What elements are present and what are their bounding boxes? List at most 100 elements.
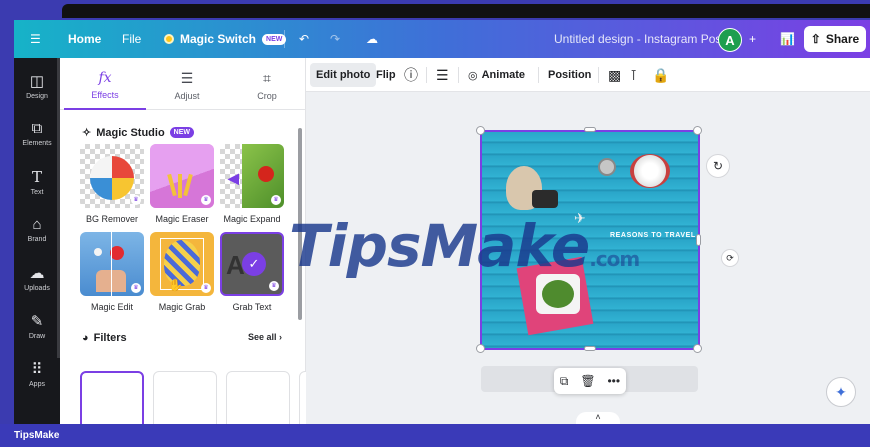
rose-image [110, 246, 124, 260]
magic-switch-button[interactable]: Magic Switch NEW [164, 20, 287, 58]
rail-item-uploads[interactable]: ☁ Uploads [14, 264, 60, 292]
tool-label: Grab Text [232, 302, 272, 312]
transparency-icon[interactable]: ▩ [608, 58, 621, 92]
tab-label: Crop [257, 91, 277, 101]
tool-label: Magic Grab [158, 302, 206, 312]
tool-label: Magic Expand [223, 214, 281, 224]
tab-effects[interactable]: fx Effects [64, 58, 146, 110]
rail-item-draw[interactable]: ✎ Draw [14, 312, 60, 340]
rotate-handle-icon[interactable]: ⟳ [721, 249, 739, 267]
footer-bar: TipsMake [0, 424, 870, 447]
tool-label: BG Remover [85, 214, 138, 224]
watermark-suffix: .com [589, 247, 640, 271]
file-menu[interactable]: File [122, 20, 141, 58]
crown-icon: ♛ [201, 195, 211, 205]
avatar[interactable]: A [718, 28, 742, 52]
watermark-logo: TipsMake.com [289, 212, 640, 280]
tab-crop[interactable]: ⌗ Crop [226, 58, 308, 110]
bg-remover-tile[interactable]: ♛ [80, 144, 144, 208]
share-button[interactable]: ⇧ Share [804, 26, 866, 52]
info-icon[interactable]: ⓘ [404, 58, 418, 92]
hamburger-menu-icon[interactable]: ☰ [30, 20, 41, 58]
grab-text-tile[interactable]: Ac ✓ ♛ [220, 232, 284, 296]
sparkle-icon: ✧ [82, 127, 92, 139]
beach-ball-image [90, 156, 134, 200]
ladybug-image [258, 166, 274, 182]
shapes-icon: ⧉ [31, 120, 43, 137]
resize-handle-top[interactable] [584, 127, 596, 132]
cloud-save-icon[interactable]: ☁ [366, 20, 378, 58]
animate-button[interactable]: ◎ Animate [468, 58, 525, 92]
crown-icon: ♛ [201, 283, 211, 293]
position-button[interactable]: Position [548, 58, 591, 92]
add-collaborator-icon[interactable]: + [749, 20, 756, 58]
crown-icon: ♛ [269, 281, 279, 291]
rail-label: Uploads [24, 285, 50, 292]
magic-studio-heading: ✧ Magic Studio NEW [82, 126, 195, 139]
resize-handle-bottom-left[interactable] [476, 344, 485, 353]
magic-expand-tile[interactable]: ◀ ♛ [220, 144, 284, 208]
rail-item-brand[interactable]: ⌂ Brand [14, 216, 60, 243]
window-frame-left [0, 20, 14, 424]
paint-roller-icon[interactable]: ⊺ [630, 58, 637, 92]
panel-tabs: fx Effects ☰ Adjust ⌗ Crop [60, 58, 306, 110]
filter-tile[interactable] [226, 371, 290, 424]
check-icon: ✓ [242, 252, 266, 276]
crown-icon: ♛ [131, 283, 141, 293]
rail-label: Elements [22, 140, 52, 147]
magic-assistant-icon[interactable]: ✦ [826, 377, 856, 407]
resize-handle-top-left[interactable] [476, 126, 485, 135]
border-style-icon[interactable]: ☰ [436, 58, 449, 92]
see-all-link[interactable]: See all › [248, 332, 282, 342]
rail-label: Brand [27, 236, 47, 243]
rail-item-design[interactable]: ◫ Design [14, 72, 60, 100]
regenerate-icon[interactable]: ↻ [706, 154, 730, 178]
rail-label: Draw [28, 333, 46, 340]
floating-toolbar: ⧉ 🗑 ••• [554, 368, 626, 394]
toolbar-divider [598, 67, 599, 83]
resize-handle-bottom[interactable] [584, 346, 596, 351]
tab-adjust[interactable]: ☰ Adjust [146, 58, 228, 110]
arrow-left-icon: ◀ [228, 170, 239, 186]
rail-label: Design [26, 93, 48, 100]
redo-icon[interactable]: ↷ [330, 20, 340, 58]
rail-item-text[interactable]: T Text [14, 168, 60, 196]
browser-strip [62, 4, 870, 18]
magic-eraser-tile[interactable]: ♛ [150, 144, 214, 208]
filters-heading: ◕ Filters [82, 332, 127, 344]
cloud-upload-icon: ☁ [29, 265, 45, 282]
tool-label: Magic Edit [90, 302, 134, 312]
rail-item-elements[interactable]: ⧉ Elements [14, 120, 60, 147]
flip-button[interactable]: Flip [376, 58, 396, 92]
tool-label: Magic Eraser [155, 214, 209, 224]
magic-switch-label: Magic Switch [180, 32, 257, 46]
sliders-icon: ☰ [180, 70, 194, 86]
magic-edit-tile[interactable]: ♛ [80, 232, 144, 296]
crown-icon: ♛ [131, 195, 141, 205]
insights-chart-icon[interactable]: 📊 [780, 20, 795, 58]
filters-title: Filters [93, 332, 127, 344]
more-options-icon[interactable]: ••• [607, 374, 620, 388]
filter-tile[interactable] [153, 371, 217, 424]
toolbar-divider [538, 67, 539, 83]
resize-handle-right[interactable] [696, 234, 701, 246]
palette-icon: ◕ [82, 332, 89, 344]
rail-item-apps[interactable]: ⠿ Apps [14, 360, 60, 388]
fries-image [167, 173, 196, 202]
trash-icon[interactable]: 🗑 [580, 374, 595, 388]
lock-icon[interactable]: 🔒 [652, 58, 669, 92]
chevron-up-icon[interactable]: ˄ [576, 412, 620, 424]
crop-icon: ⌗ [263, 70, 271, 86]
undo-icon[interactable]: ↶ [299, 20, 309, 58]
home-link[interactable]: Home [68, 20, 101, 58]
document-title[interactable]: Untitled design - Instagram Post [554, 20, 725, 58]
resize-handle-bottom-right[interactable] [693, 344, 702, 353]
edit-photo-button[interactable]: Edit photo [310, 63, 377, 87]
copy-icon[interactable]: ⧉ [560, 374, 569, 389]
filter-none-tile[interactable] [80, 371, 144, 424]
share-upload-icon: ⇧ [810, 32, 821, 46]
left-rail: ◫ Design ⧉ Elements T Text ⌂ Brand ☁ Upl… [14, 58, 60, 424]
magic-grab-tile[interactable]: ✋ ♛ [150, 232, 214, 296]
grid-icon: ⠿ [31, 361, 43, 378]
resize-handle-top-right[interactable] [693, 126, 702, 135]
